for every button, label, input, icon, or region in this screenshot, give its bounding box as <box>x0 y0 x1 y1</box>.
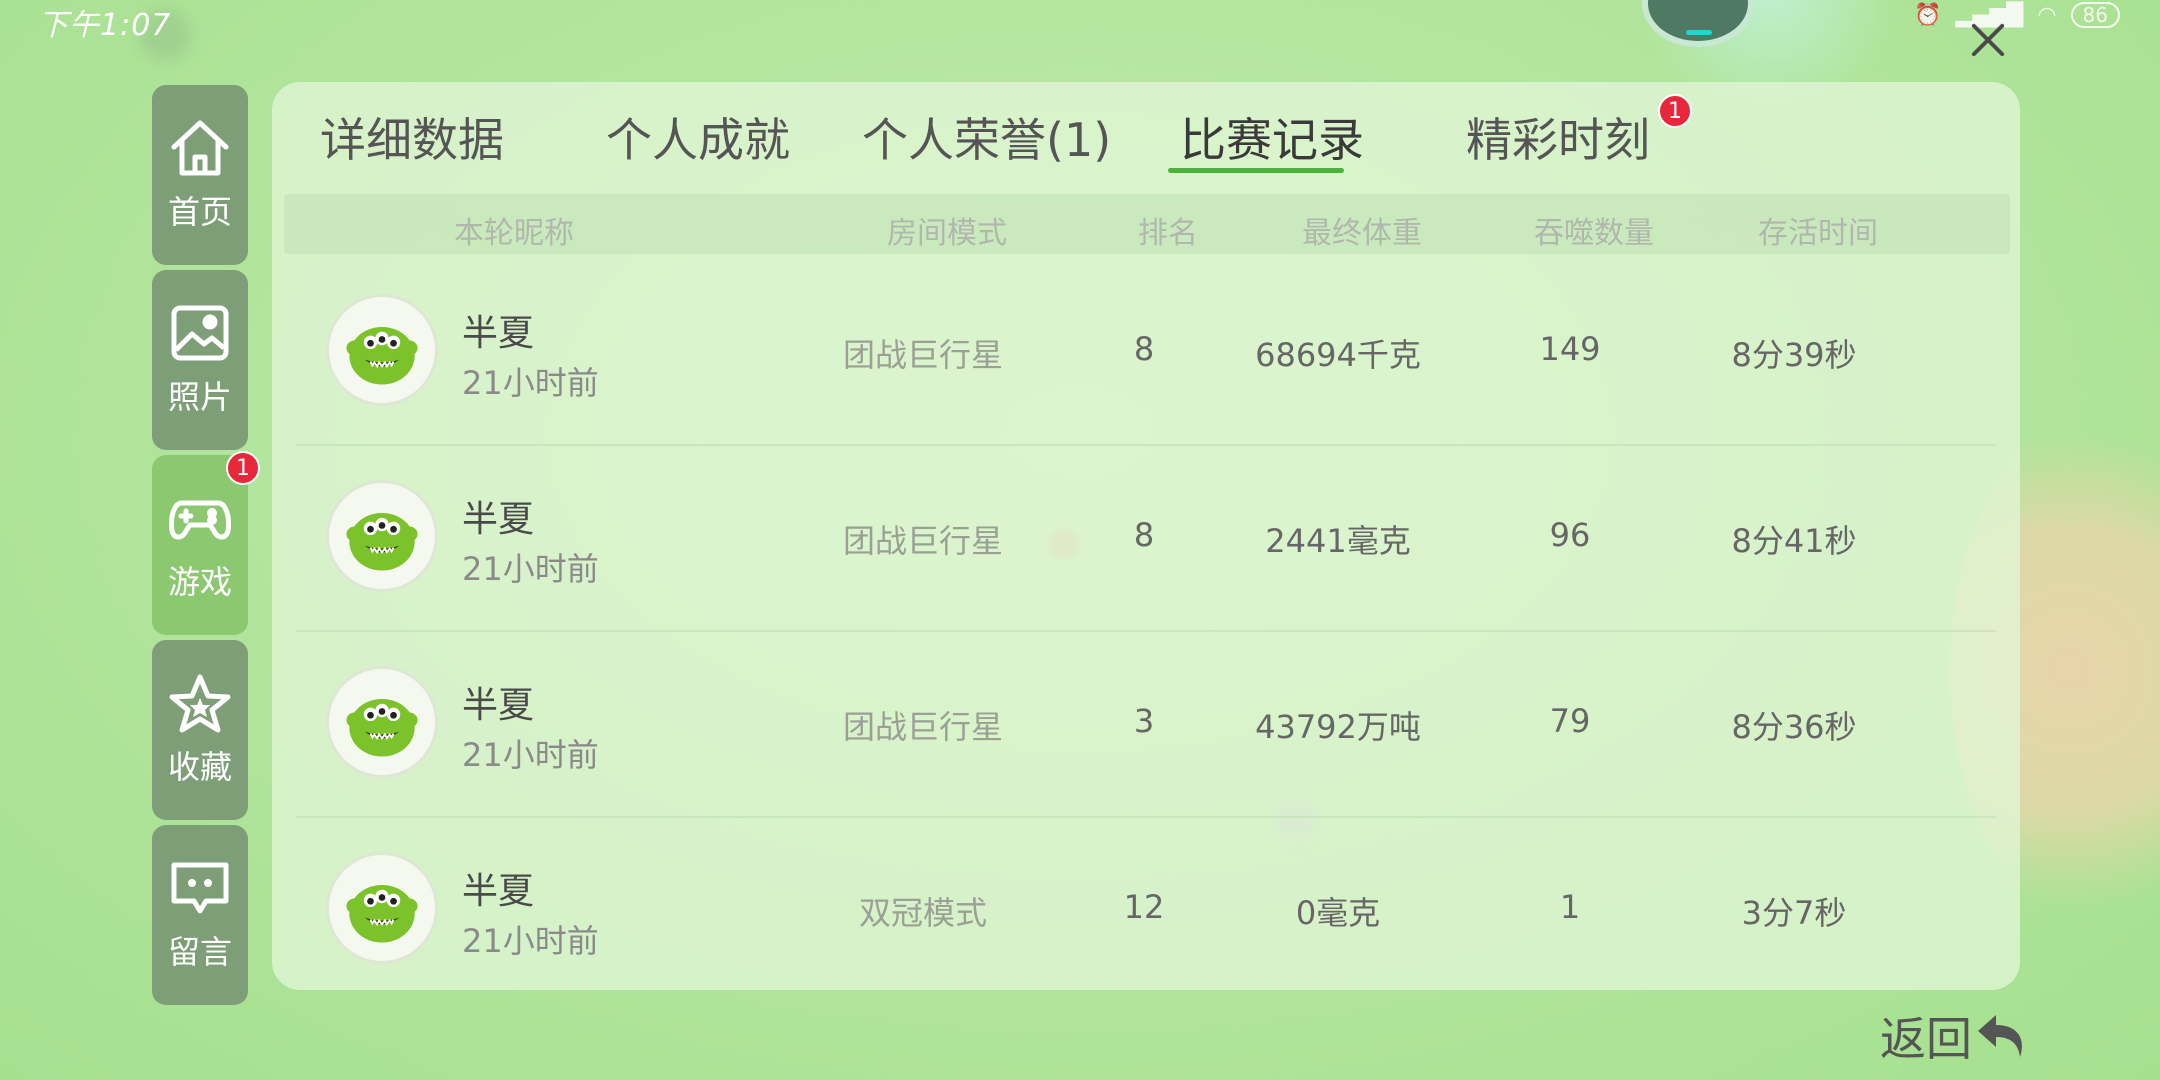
eaten-count: 149 <box>1539 330 1601 368</box>
status-icons: ⏰ ▂▄▆█ ◠ 86 <box>1914 0 2120 30</box>
green-monster-icon <box>346 698 418 757</box>
timestamp: 21小时前 <box>462 922 599 960</box>
timestamp: 21小时前 <box>462 550 599 588</box>
column-header: 排名 <box>1138 216 1198 251</box>
green-monster-icon <box>346 884 418 943</box>
sidebar-item-home[interactable]: 首页 <box>152 85 248 265</box>
avatar <box>326 294 438 406</box>
eaten-count: 1 <box>1559 888 1581 926</box>
survival-time: 8分39秒 <box>1731 336 1857 374</box>
table-row[interactable]: 半夏 21小时前 团战巨行星 8 68694千克 149 8分39秒 <box>296 258 1996 446</box>
table-row[interactable]: 半夏 21小时前 双冠模式 12 0毫克 1 3分7秒 <box>296 816 1996 1002</box>
survival-time: 3分7秒 <box>1741 894 1847 932</box>
room-mode: 团战巨行星 <box>842 336 1004 374</box>
message-icon <box>171 862 229 914</box>
nickname: 半夏 <box>462 313 535 354</box>
back-label: 返回 <box>1880 1012 1972 1066</box>
survival-time: 8分36秒 <box>1731 708 1857 746</box>
table-row[interactable]: 半夏 21小时前 团战巨行星 8 2441毫克 96 8分41秒 <box>296 444 1996 632</box>
room-mode: 双冠模式 <box>858 894 988 932</box>
sidebar-item-photos[interactable]: 照片 <box>152 270 248 450</box>
timestamp: 21小时前 <box>462 736 599 774</box>
sidebar-item-favorites[interactable]: 收藏 <box>152 640 248 820</box>
final-weight: 43792万吨 <box>1255 708 1421 746</box>
column-header: 存活时间 <box>1758 216 1878 251</box>
eaten-count: 96 <box>1549 516 1591 554</box>
status-time: 下午1:07 <box>38 8 172 43</box>
eaten-count: 79 <box>1549 702 1591 740</box>
column-header: 吞噬数量 <box>1534 216 1654 251</box>
return-arrow-icon <box>1978 1015 2022 1057</box>
notification-badge: 1 <box>1658 94 1692 128</box>
avatar <box>326 480 438 592</box>
rank: 12 <box>1123 888 1165 926</box>
nickname: 半夏 <box>462 685 535 726</box>
sidebar-item-label: 收藏 <box>167 748 232 786</box>
column-header: 房间模式 <box>887 216 1007 251</box>
sidebar-item-games[interactable]: 游戏 1 <box>152 451 260 635</box>
avatar <box>326 852 438 964</box>
final-weight: 68694千克 <box>1255 336 1421 374</box>
rank: 8 <box>1133 516 1155 554</box>
sidebar-item-label: 首页 <box>167 193 232 231</box>
rank: 3 <box>1133 702 1155 740</box>
timestamp: 21小时前 <box>462 364 599 402</box>
room-mode: 团战巨行星 <box>842 708 1004 746</box>
star-icon <box>169 674 231 733</box>
column-header: 本轮昵称 <box>454 216 574 251</box>
active-tab-indicator <box>1168 168 1344 173</box>
alarm-icon: ⏰ <box>1914 2 1942 28</box>
sidebar-item-label: 游戏 <box>167 563 232 601</box>
match-records-panel: 详细数据 个人成就 个人荣誉(1) 比赛记录 精彩时刻 1 本轮昵称 房间模式 … <box>272 82 2020 990</box>
back-button[interactable]: 返回 <box>1880 1003 2030 1069</box>
tab-highlights[interactable]: 精彩时刻 <box>1466 104 1650 170</box>
final-weight: 0毫克 <box>1295 894 1381 932</box>
battery-indicator: 86 <box>2070 2 2120 28</box>
notification-badge: 1 <box>226 451 260 485</box>
survival-time: 8分41秒 <box>1731 522 1857 560</box>
sidebar-item-messages[interactable]: 留言 <box>152 825 248 1005</box>
tab-detailed-data[interactable]: 详细数据 <box>320 104 504 170</box>
photo-icon <box>171 305 229 361</box>
close-icon[interactable] <box>1966 18 2010 62</box>
wifi-icon: ◠ <box>2037 2 2057 28</box>
nickname: 半夏 <box>462 871 535 912</box>
home-icon <box>171 120 229 176</box>
column-header: 最终体重 <box>1302 216 1422 251</box>
avatar <box>326 666 438 778</box>
nickname: 半夏 <box>462 499 535 540</box>
gamepad-icon <box>169 500 231 540</box>
table-header: 本轮昵称 房间模式 排名 最终体重 吞噬数量 存活时间 <box>284 194 2010 254</box>
tab-match-records[interactable]: 比赛记录 <box>1180 104 1364 170</box>
tab-achievements[interactable]: 个人成就 <box>606 104 790 170</box>
sidebar-item-label: 照片 <box>167 378 232 416</box>
tab-honors[interactable]: 个人荣誉(1) <box>862 104 1111 170</box>
final-weight: 2441毫克 <box>1265 522 1411 560</box>
tab-bar: 详细数据 个人成就 个人荣誉(1) 比赛记录 精彩时刻 1 <box>272 82 2020 182</box>
green-monster-icon <box>346 512 418 571</box>
sidebar-item-label: 留言 <box>167 933 232 971</box>
table-row[interactable]: 半夏 21小时前 团战巨行星 3 43792万吨 79 8分36秒 <box>296 630 1996 818</box>
green-monster-icon <box>346 326 418 385</box>
rank: 8 <box>1133 330 1155 368</box>
room-mode: 团战巨行星 <box>842 522 1004 560</box>
